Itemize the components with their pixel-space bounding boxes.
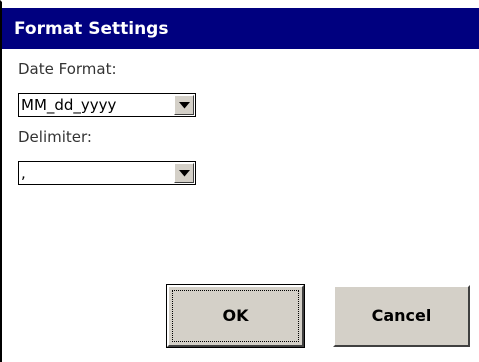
date-format-label: Date Format:: [18, 60, 117, 78]
chevron-down-icon: [179, 102, 190, 109]
cancel-button-label: Cancel: [371, 306, 432, 325]
delimiter-label: Delimiter:: [18, 128, 92, 146]
format-settings-dialog: Format Settings Date Format: MM_dd_yyyy …: [0, 0, 479, 362]
title-bar: Format Settings: [2, 8, 479, 49]
delimiter-value: ,: [21, 164, 26, 182]
chevron-down-icon: [179, 170, 190, 177]
date-format-value: MM_dd_yyyy: [21, 96, 117, 114]
ok-button[interactable]: OK: [166, 284, 305, 348]
delimiter-dropdown-button[interactable]: [174, 163, 194, 183]
focus-rectangle: [172, 290, 299, 342]
date-format-combobox[interactable]: MM_dd_yyyy: [18, 93, 196, 117]
cancel-button[interactable]: Cancel: [333, 285, 470, 347]
date-format-dropdown-button[interactable]: [174, 95, 194, 115]
delimiter-combobox[interactable]: ,: [18, 161, 196, 185]
dialog-title: Format Settings: [14, 19, 169, 39]
